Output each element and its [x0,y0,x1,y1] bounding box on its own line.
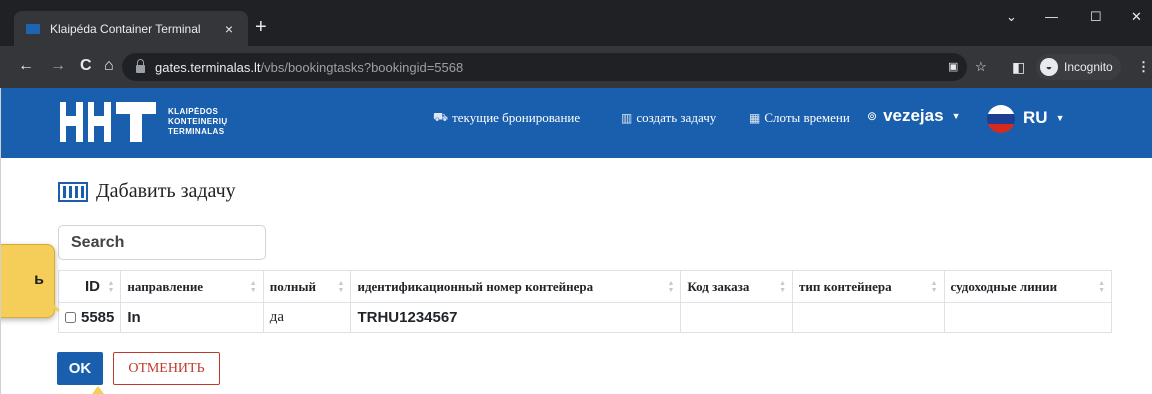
tasks-table: ID ▲ ▼ направление ▲ ▼ полный ▲ ▼ идентификаци… [57,270,1112,333]
site-favicon-icon [26,23,40,34]
cell-full: да [262,302,352,333]
nav-create-task[interactable]: ▥ создать задачу [621,110,716,126]
sort-icon: ▲ ▼ [667,279,675,294]
incognito-indicator[interactable]: ◒ Incognito [1036,54,1121,80]
cell-id: 5585 [57,302,122,333]
sort-icon: ▲ ▼ [249,279,257,294]
user-icon: ⊚ [867,109,878,123]
column-header-full[interactable]: полный ▲ ▼ [262,270,352,303]
incognito-label: Incognito [1064,60,1113,74]
logo-text: KLAIPĖDOS KONTEINERIŲ TERMINALAS [168,107,228,136]
chevron-down-icon: ▼ [1055,113,1065,123]
url-host: gates.terminalas.lt [155,59,261,75]
page-viewport: KLAIPĖDOS KONTEINERIŲ TERMINALAS ⛟ текущ… [0,88,1152,394]
close-window-button[interactable]: ✕ [1131,9,1142,25]
table-header-row: ID ▲ ▼ направление ▲ ▼ полный ▲ ▼ идентификаци… [57,270,1112,303]
column-header-shipping-lines[interactable]: судоходные линии ▲ ▼ [943,270,1112,303]
minimize-button[interactable]: — [1045,9,1058,25]
callout-text: ь [34,271,44,288]
browser-tab[interactable]: Klaipéda Container Terminal × [14,11,248,46]
table-row[interactable]: 5585 In да TRHU1234567 [57,302,1112,333]
callout-pointer [92,386,104,394]
site-header: KLAIPĖDOS KONTEINERIŲ TERMINALAS ⛟ текущ… [0,88,1152,158]
container-icon: ▥ [621,111,633,125]
column-header-direction[interactable]: направление ▲ ▼ [120,270,264,303]
sort-icon: ▲ ▼ [1098,279,1105,294]
page-title-text: Дабавить задачу [96,180,236,202]
tab-search-dropdown-icon[interactable]: ⌄ [1006,9,1017,25]
column-header-id[interactable]: ID ▲ ▼ [57,270,122,303]
browser-menu-icon[interactable]: ⋮ [1137,59,1150,75]
cell-order-code [680,302,794,333]
chevron-down-icon: ▼ [951,111,961,121]
language-menu[interactable]: RU ▼ [1023,108,1064,128]
sort-icon: ▲ ▼ [337,279,345,294]
browser-toolbar: ← → C ⌂ gates.terminalas.lt /vbs/booking… [0,46,1152,88]
bookmark-star-icon[interactable]: ☆ [975,59,987,75]
new-tab-button[interactable]: + [255,17,267,37]
incognito-icon: ◒ [1040,58,1058,76]
sort-icon: ▲ ▼ [930,279,938,294]
truck-icon: ⛟ [433,110,449,124]
tab-close-icon[interactable]: × [220,21,238,37]
nav-time-slots[interactable]: ▦ Слоты времени [749,110,850,126]
cell-direction: In [120,302,264,333]
annotation-callout: ь [0,244,55,318]
cell-container-number: TRHU1234567 [350,302,682,333]
sort-icon: ▲ ▼ [107,280,115,294]
tab-title: Klaipéda Container Terminal [50,21,201,36]
browser-tab-strip: Klaipéda Container Terminal × + ⌄ — ☐ ✕ [0,0,1152,46]
nav-current-bookings[interactable]: ⛟ текущие бронирование [433,110,580,126]
language-code: RU [1023,108,1048,127]
column-header-container-number[interactable]: идентификационный номер контейнера ▲ ▼ [350,270,682,303]
page-title: Дабавить задачу [58,180,236,203]
translate-icon[interactable]: ▣ [948,59,958,75]
cell-shipping-line [943,302,1112,333]
address-bar[interactable]: gates.terminalas.lt /vbs/bookingtasks?bo… [122,53,967,81]
search-input[interactable] [58,225,266,260]
sort-icon: ▲ ▼ [779,279,787,294]
row-select-checkbox[interactable] [65,312,76,323]
kkt-logo-mark-icon [60,102,156,142]
cancel-button[interactable]: ОТМЕНИТЬ [113,352,220,385]
column-header-container-type[interactable]: тип контейнера ▲ ▼ [792,270,945,303]
user-name: vezejas [883,106,944,125]
ok-button[interactable]: OK [57,352,103,385]
container-icon [58,181,88,202]
back-arrow-icon[interactable]: ← [18,57,34,75]
lock-icon[interactable] [136,58,145,73]
cell-container-type [792,302,945,333]
kkt-logo[interactable]: KLAIPĖDOS KONTEINERIŲ TERMINALAS [60,102,228,142]
calendar-icon: ▦ [749,111,761,125]
side-panel-icon[interactable]: ◧ [1012,59,1025,75]
russia-flag-icon[interactable] [987,105,1015,133]
column-header-order-code[interactable]: Код заказа ▲ ▼ [680,270,794,303]
url-path: /vbs/bookingtasks?bookingid=5568 [260,59,464,75]
left-edge-divider [0,88,1,394]
home-icon[interactable]: ⌂ [104,57,114,75]
maximize-button[interactable]: ☐ [1090,9,1102,25]
user-menu[interactable]: ⊚ vezejas ▼ [867,106,960,126]
reload-icon[interactable]: C [80,57,92,75]
forward-arrow-icon[interactable]: → [50,57,66,75]
